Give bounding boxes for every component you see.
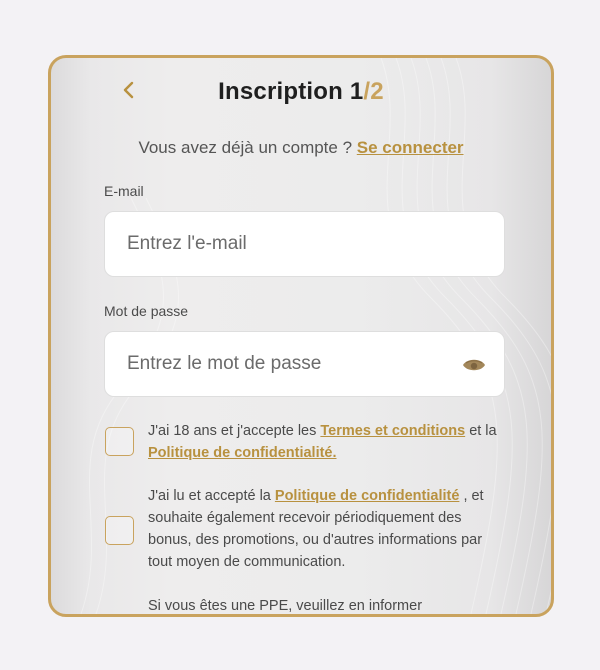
signup-card: Inscription 1/2 Vous avez déjà un compte… [48, 55, 554, 617]
email-label: E-mail [104, 183, 144, 199]
existing-account-prompt: Vous avez déjà un compte ? Se connecter [51, 138, 551, 158]
password-field-container [104, 331, 505, 397]
eye-icon [463, 359, 485, 371]
page-background: Inscription 1/2 Vous avez déjà un compte… [0, 0, 600, 670]
password-input[interactable] [105, 332, 504, 396]
terms-consent-text: J'ai 18 ans et j'accepte les Termes et c… [148, 420, 508, 464]
terms-link[interactable]: Termes et conditions [320, 423, 465, 439]
marketing-text-1: J'ai lu et accepté la [148, 488, 271, 504]
privacy-policy-link[interactable]: Politique de confidentialité. [148, 445, 337, 461]
marketing-consent-text: J'ai lu et accepté la Politique de confi… [148, 485, 508, 573]
password-label: Mot de passe [104, 303, 189, 319]
email-input[interactable] [105, 212, 504, 276]
terms-text-1: J'ai 18 ans et j'accepte les [148, 423, 317, 439]
ppe-notice-text: Si vous êtes une PPE, veuillez en inform… [148, 598, 423, 614]
marketing-privacy-policy-link[interactable]: Politique de confidentialité [275, 488, 460, 504]
terms-text-2: et la [469, 423, 497, 439]
title-total-steps: 2 [370, 78, 384, 105]
marketing-checkbox[interactable] [105, 516, 134, 545]
login-link[interactable]: Se connecter [357, 138, 464, 157]
email-field-container [104, 211, 505, 277]
terms-checkbox[interactable] [105, 427, 134, 456]
page-title: Inscription 1/2 [51, 78, 551, 106]
title-step: Inscription 1 [218, 78, 364, 105]
toggle-password-visibility-button[interactable] [462, 354, 486, 376]
existing-account-question: Vous avez déjà un compte ? [138, 138, 353, 157]
